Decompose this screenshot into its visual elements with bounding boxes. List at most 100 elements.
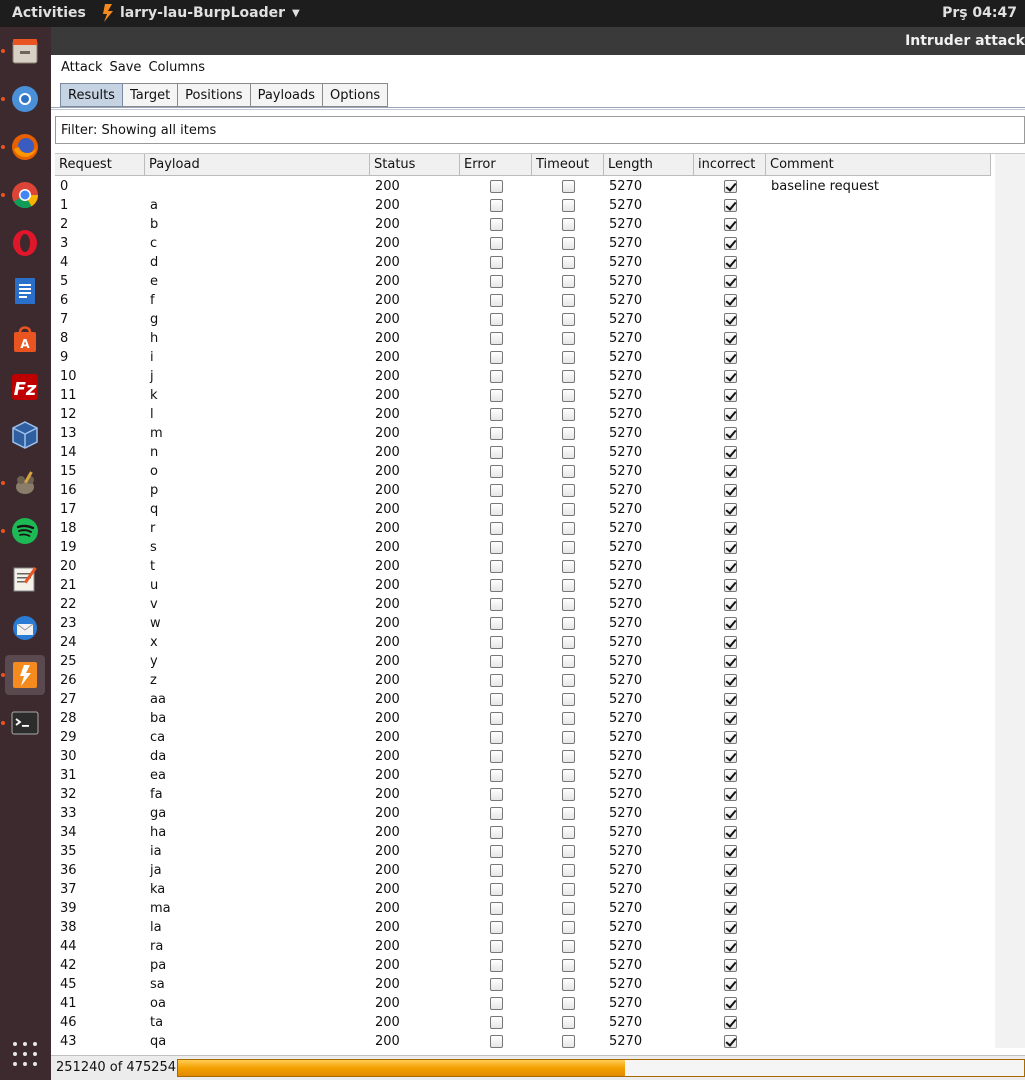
dock-opera-launcher[interactable] [5, 223, 45, 263]
table-row[interactable]: 10 j 200 5270 [55, 367, 995, 386]
payload-cell: w [150, 616, 161, 631]
table-row[interactable]: 15 o 200 5270 [55, 462, 995, 481]
table-row[interactable]: 28 ba 200 5270 [55, 709, 995, 728]
vertical-scrollbar[interactable] [995, 154, 1025, 1048]
table-row[interactable]: 19 s 200 5270 [55, 538, 995, 557]
table-row[interactable]: 8 h 200 5270 [55, 329, 995, 348]
dock-gimp-launcher[interactable] [5, 463, 45, 503]
table-row[interactable]: 41 oa 200 5270 [55, 994, 995, 1013]
show-applications-icon[interactable] [13, 1042, 37, 1066]
dock-chrome-launcher[interactable] [5, 175, 45, 215]
timeout-cell [532, 500, 604, 519]
timeout-checkbox [561, 218, 575, 231]
menu-attack[interactable]: Attack [61, 60, 103, 75]
table-row[interactable]: 45 sa 200 5270 [55, 975, 995, 994]
table-row[interactable]: 11 k 200 5270 [55, 386, 995, 405]
table-row[interactable]: 7 g 200 5270 [55, 310, 995, 329]
column-header-request[interactable]: Request [55, 154, 145, 176]
request-cell: 8 [60, 331, 69, 346]
table-row[interactable]: 18 r 200 5270 [55, 519, 995, 538]
timeout-cell [532, 823, 604, 842]
tab-results[interactable]: Results [60, 83, 123, 107]
app-menu[interactable]: larry-lau-BurpLoader ▼ [102, 4, 300, 22]
table-row[interactable]: 5 e 200 5270 [55, 272, 995, 291]
tab-options[interactable]: Options [323, 83, 389, 107]
table-row[interactable]: 14 n 200 5270 [55, 443, 995, 462]
column-header-status[interactable]: Status [370, 154, 460, 176]
incorrect-cell [694, 823, 766, 842]
tab-positions[interactable]: Positions [178, 83, 251, 107]
dock-files-launcher[interactable] [5, 31, 45, 71]
table-row[interactable]: 39 ma 200 5270 [55, 899, 995, 918]
table-row[interactable]: 25 y 200 5270 [55, 652, 995, 671]
tab-payloads[interactable]: Payloads [250, 83, 324, 107]
table-row[interactable]: 22 v 200 5270 [55, 595, 995, 614]
table-row[interactable]: 16 p 200 5270 [55, 481, 995, 500]
table-row[interactable]: 24 x 200 5270 [55, 633, 995, 652]
table-row[interactable]: 26 z 200 5270 [55, 671, 995, 690]
dock-virtualbox-launcher[interactable] [5, 415, 45, 455]
filter-bar[interactable]: Filter: Showing all items [55, 116, 1025, 144]
dock-firefox-launcher[interactable] [5, 127, 45, 167]
timeout-cell [532, 937, 604, 956]
column-header-payload[interactable]: Payload [145, 154, 370, 176]
window-title-bar[interactable]: Intruder attack [51, 27, 1025, 55]
table-row[interactable]: 1 a 200 5270 [55, 196, 995, 215]
dock-terminal-launcher[interactable] [5, 703, 45, 743]
table-row[interactable]: 27 aa 200 5270 [55, 690, 995, 709]
tab-target[interactable]: Target [122, 83, 179, 107]
dock-text-editor-launcher[interactable] [5, 559, 45, 599]
table-row[interactable]: 31 ea 200 5270 [55, 766, 995, 785]
table-row[interactable]: 3 c 200 5270 [55, 234, 995, 253]
table-row[interactable]: 23 w 200 5270 [55, 614, 995, 633]
dock-filezilla-launcher[interactable]: Fz [5, 367, 45, 407]
request-cell: 1 [60, 198, 69, 213]
table-row[interactable]: 34 ha 200 5270 [55, 823, 995, 842]
table-row[interactable]: 33 ga 200 5270 [55, 804, 995, 823]
table-row[interactable]: 4 d 200 5270 [55, 253, 995, 272]
table-row[interactable]: 46 ta 200 5270 [55, 1013, 995, 1032]
length-cell: 5270 [609, 198, 643, 213]
error-checkbox [489, 1016, 503, 1029]
table-row[interactable]: 35 ia 200 5270 [55, 842, 995, 861]
table-row[interactable]: 6 f 200 5270 [55, 291, 995, 310]
column-header-error[interactable]: Error [460, 154, 532, 176]
table-row[interactable]: 2 b 200 5270 [55, 215, 995, 234]
dock-spotify-launcher[interactable] [5, 511, 45, 551]
table-row[interactable]: 12 l 200 5270 [55, 405, 995, 424]
table-row[interactable]: 29 ca 200 5270 [55, 728, 995, 747]
dock-burp-launcher[interactable] [5, 655, 45, 695]
table-row[interactable]: 9 i 200 5270 [55, 348, 995, 367]
table-row[interactable]: 0 200 5270 baseline request [55, 177, 995, 196]
table-row[interactable]: 43 qa 200 5270 [55, 1032, 995, 1048]
payload-cell: o [150, 464, 158, 479]
comment-cell [766, 595, 991, 614]
table-row[interactable]: 36 ja 200 5270 [55, 861, 995, 880]
results-table: Request Payload Status Error Timeout Length in… [55, 153, 1025, 1048]
dock-thunderbird-launcher[interactable] [5, 607, 45, 647]
dock-chromium-launcher[interactable] [5, 79, 45, 119]
table-row[interactable]: 21 u 200 5270 [55, 576, 995, 595]
table-row[interactable]: 13 m 200 5270 [55, 424, 995, 443]
dock-writer-launcher[interactable] [5, 271, 45, 311]
status-cell: 200 [375, 730, 400, 745]
table-row[interactable]: 32 fa 200 5270 [55, 785, 995, 804]
table-row[interactable]: 20 t 200 5270 [55, 557, 995, 576]
table-row[interactable]: 30 da 200 5270 [55, 747, 995, 766]
activities-button[interactable]: Activities [12, 5, 86, 21]
table-row[interactable]: 37 ka 200 5270 [55, 880, 995, 899]
status-cell: 200 [375, 559, 400, 574]
table-row[interactable]: 44 ra 200 5270 [55, 937, 995, 956]
table-row[interactable]: 42 pa 200 5270 [55, 956, 995, 975]
dock-software-center-launcher[interactable]: A [5, 319, 45, 359]
menu-columns[interactable]: Columns [148, 60, 205, 75]
column-header-incorrect[interactable]: incorrect [694, 154, 766, 176]
column-header-length[interactable]: Length [604, 154, 694, 176]
menu-save[interactable]: Save [110, 60, 142, 75]
payload-cell: e [150, 274, 158, 289]
column-header-comment[interactable]: Comment [766, 154, 991, 176]
table-row[interactable]: 38 la 200 5270 [55, 918, 995, 937]
column-header-timeout[interactable]: Timeout [532, 154, 604, 176]
table-row[interactable]: 17 q 200 5270 [55, 500, 995, 519]
clock[interactable]: Prş 04:47 [942, 5, 1017, 21]
